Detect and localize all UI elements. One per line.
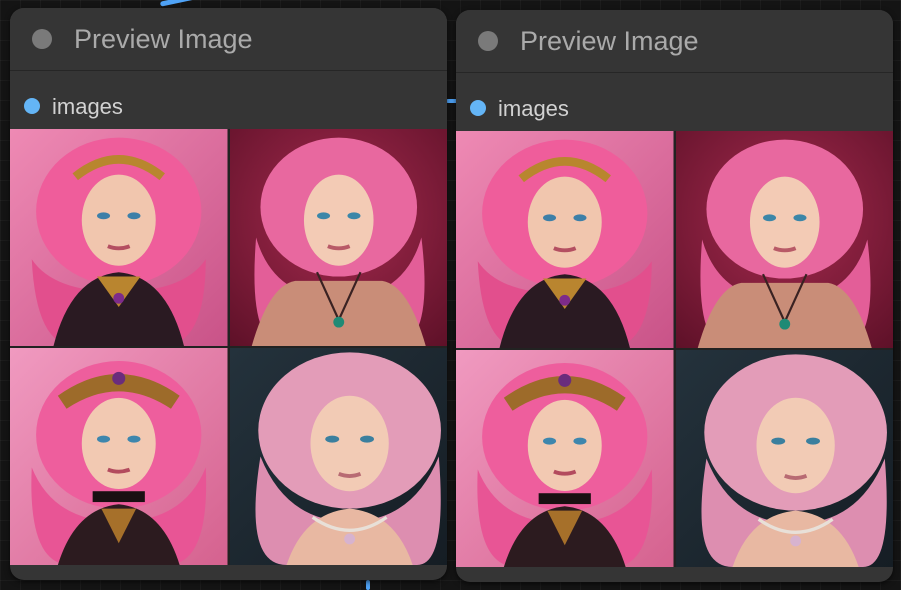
collapse-toggle-icon[interactable] — [32, 29, 52, 49]
preview-image-3[interactable] — [456, 350, 674, 567]
input-slot-label: images — [498, 96, 569, 121]
input-slot-images[interactable]: images — [10, 86, 447, 122]
node-title: Preview Image — [520, 26, 699, 56]
image-preview-grid — [456, 131, 893, 567]
image-preview-grid — [10, 129, 447, 565]
portrait-image — [229, 348, 447, 565]
preview-image-2[interactable] — [675, 131, 893, 348]
preview-image-1[interactable] — [10, 129, 228, 346]
input-slot-dot-icon[interactable] — [470, 100, 486, 116]
input-slot-label: images — [52, 94, 123, 119]
node-title-bar[interactable]: Preview Image — [456, 10, 893, 73]
preview-image-4[interactable] — [675, 350, 893, 567]
portrait-image — [675, 131, 893, 348]
collapse-toggle-icon[interactable] — [478, 31, 498, 51]
portrait-image — [456, 131, 674, 348]
node-title: Preview Image — [74, 24, 253, 54]
portrait-image — [456, 350, 674, 567]
portrait-image — [675, 350, 893, 567]
input-slot-images[interactable]: images — [456, 88, 893, 124]
portrait-image — [229, 129, 447, 346]
portrait-image — [10, 129, 228, 346]
input-slot-dot-icon[interactable] — [24, 98, 40, 114]
preview-image-1[interactable] — [456, 131, 674, 348]
preview-image-node[interactable]: Preview Image images — [456, 10, 893, 582]
link-wire[interactable] — [159, 0, 197, 7]
link-wire[interactable] — [366, 580, 370, 590]
preview-image-2[interactable] — [229, 129, 447, 346]
portrait-image — [10, 348, 228, 565]
preview-image-4[interactable] — [229, 348, 447, 565]
node-title-bar[interactable]: Preview Image — [10, 8, 447, 71]
preview-image-3[interactable] — [10, 348, 228, 565]
preview-image-node[interactable]: Preview Image images — [10, 8, 447, 580]
